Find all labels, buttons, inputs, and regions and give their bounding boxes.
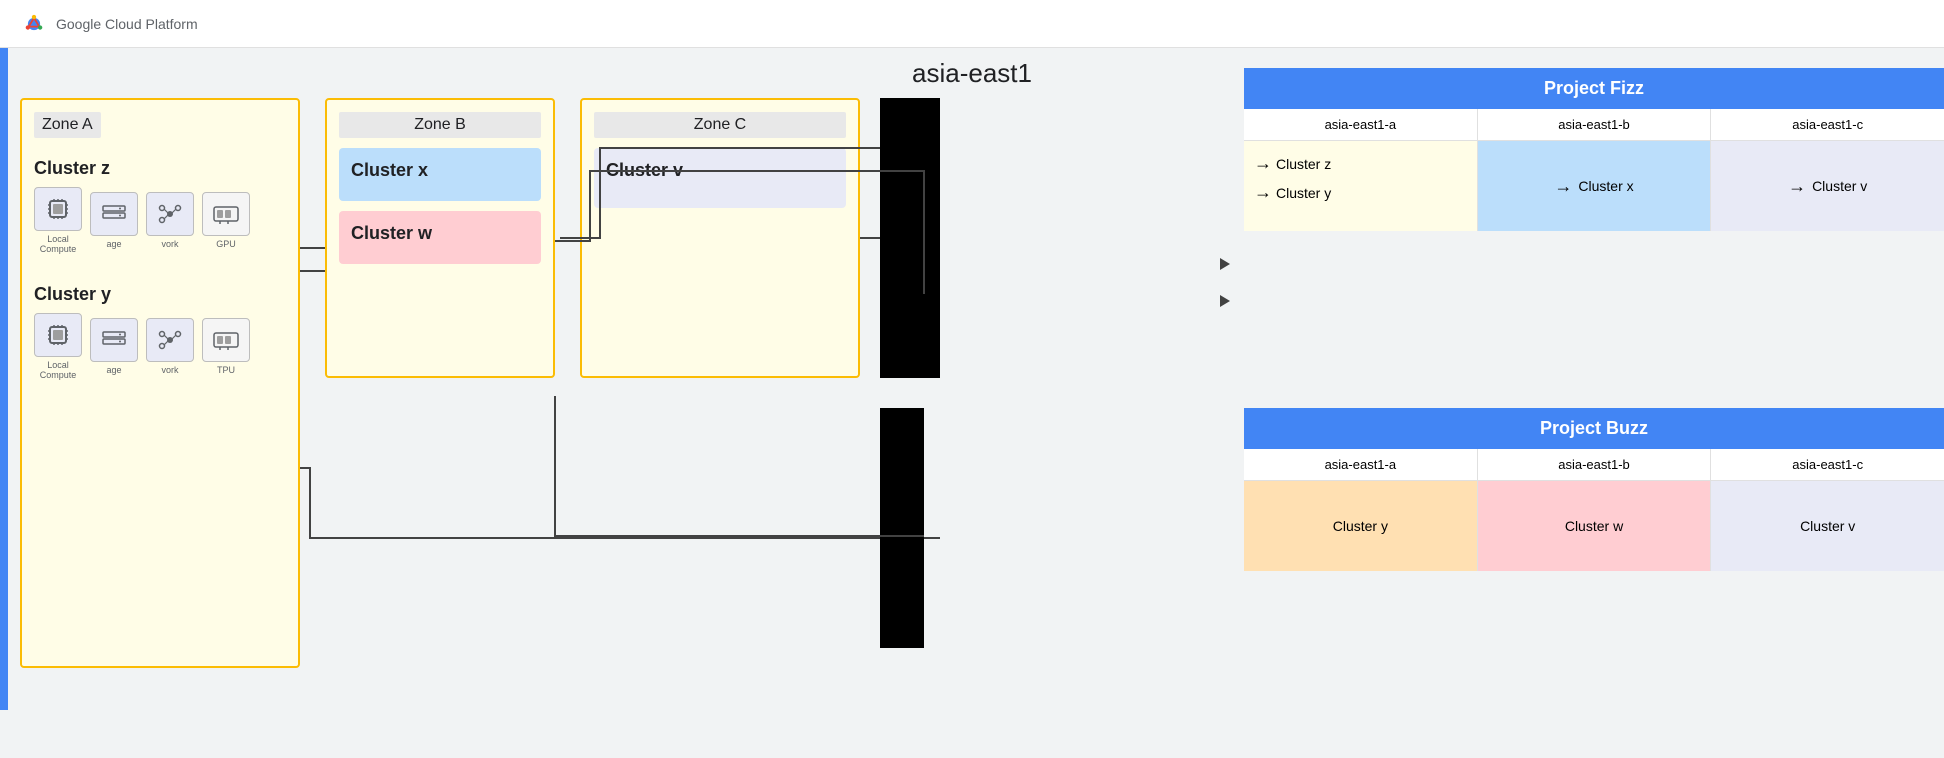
cluster-y-section: Cluster y xyxy=(34,284,286,380)
fizz-cluster-z-label: Cluster z xyxy=(1276,156,1331,172)
fizz-zones-row: asia-east1-a asia-east1-b asia-east1-c xyxy=(1244,109,1944,141)
cluster-y-label: Cluster y xyxy=(34,284,286,305)
gcp-logo: Google Cloud Platform xyxy=(20,10,198,38)
fizz-zone-c: asia-east1-c xyxy=(1711,109,1944,140)
local-compute-y-label: LocalCompute xyxy=(40,360,77,380)
storage-y-icon-box xyxy=(90,318,138,362)
node-local-compute-y: LocalCompute xyxy=(34,313,82,380)
buzz-zones-row: asia-east1-a asia-east1-b asia-east1-c xyxy=(1244,449,1944,481)
buzz-cluster-y-label: Cluster y xyxy=(1333,518,1388,534)
buzz-zone-c-clusters: Cluster v xyxy=(1711,481,1944,571)
project-fizz-panel: Project Fizz asia-east1-a asia-east1-b a… xyxy=(1244,68,1944,231)
main-wrapper: asia-east1 Zone A Cluster z xyxy=(0,48,1944,710)
fizz-cluster-v-row: → Cluster v xyxy=(1788,176,1867,197)
cpu-icon xyxy=(44,195,72,223)
arrow-fizz-v: → xyxy=(1788,176,1806,197)
buzz-zone-b: asia-east1-b xyxy=(1478,449,1712,480)
project-buzz-header: Project Buzz xyxy=(1244,408,1944,449)
network-label: vork xyxy=(161,239,178,249)
arrow-fizz-y: → xyxy=(1254,182,1272,203)
fizz-zone-b: asia-east1-b xyxy=(1478,109,1712,140)
storage-y-icon xyxy=(100,326,128,354)
buzz-zone-a-clusters: Cluster y xyxy=(1244,481,1478,571)
gpu-icon xyxy=(212,200,240,228)
network-icon xyxy=(156,200,184,228)
cluster-y-nodes: LocalCompute age xyxy=(34,313,286,380)
node-gpu: GPU xyxy=(202,192,250,249)
region-label: asia-east1 xyxy=(912,58,1032,89)
buzz-zone-c: asia-east1-c xyxy=(1711,449,1944,480)
cluster-z-label: Cluster z xyxy=(34,158,286,179)
buzz-cluster-w-label: Cluster w xyxy=(1565,518,1623,534)
zone-a-box: Zone A Cluster z xyxy=(20,98,300,668)
cluster-x-label: Cluster x xyxy=(351,160,529,181)
gcp-logo-icon xyxy=(20,10,48,38)
tpu-label: TPU xyxy=(217,365,235,375)
cluster-w-box: Cluster w xyxy=(339,211,541,264)
buzz-cluster-v-label: Cluster v xyxy=(1800,518,1855,534)
node-storage: age xyxy=(90,192,138,249)
cpu-y-icon xyxy=(44,321,72,349)
left-accent-bar xyxy=(0,48,8,710)
zone-c-label: Zone C xyxy=(594,112,846,138)
local-compute-icon-box xyxy=(34,187,82,231)
storage-label: age xyxy=(106,239,121,249)
storage-y-label: age xyxy=(106,365,121,375)
network-y-label: vork xyxy=(161,365,178,375)
cluster-z-nodes: LocalCompute age xyxy=(34,187,286,254)
black-divider-top xyxy=(880,98,924,378)
cluster-x-box: Cluster x xyxy=(339,148,541,201)
network-icon-box xyxy=(146,192,194,236)
node-storage-y: age xyxy=(90,318,138,375)
local-compute-y-icon-box xyxy=(34,313,82,357)
cluster-v-box: Cluster v xyxy=(594,148,846,208)
storage-icon xyxy=(100,200,128,228)
arrow-fizz-x: → xyxy=(1554,176,1572,197)
buzz-zone-a: asia-east1-a xyxy=(1244,449,1478,480)
zone-c-box: Zone C Cluster v xyxy=(580,98,860,378)
storage-icon-box xyxy=(90,192,138,236)
fizz-cluster-v-label: Cluster v xyxy=(1812,178,1867,194)
network-y-icon xyxy=(156,326,184,354)
fizz-zone-a-clusters: → Cluster z → Cluster y xyxy=(1244,141,1478,231)
fizz-cluster-x-row: → Cluster x xyxy=(1554,176,1633,197)
black-divider-bottom xyxy=(880,408,924,648)
project-buzz-panel: Project Buzz asia-east1-a asia-east1-b a… xyxy=(1244,408,1944,571)
project-fizz-header: Project Fizz xyxy=(1244,68,1944,109)
arrow-fizz-z: → xyxy=(1254,153,1272,174)
cluster-z-section: Cluster z xyxy=(34,158,286,254)
fizz-zone-b-clusters: → Cluster x xyxy=(1478,141,1712,231)
cluster-w-label: Cluster w xyxy=(351,223,529,244)
buzz-zone-b-clusters: Cluster w xyxy=(1478,481,1712,571)
buzz-clusters-row: Cluster y Cluster w Cluster v xyxy=(1244,481,1944,571)
fizz-cluster-x-label: Cluster x xyxy=(1578,178,1633,194)
cluster-v-label: Cluster v xyxy=(606,160,834,181)
fizz-zone-c-clusters: → Cluster v xyxy=(1711,141,1944,231)
node-network-y: vork xyxy=(146,318,194,375)
node-tpu: TPU xyxy=(202,318,250,375)
zone-b-box: Zone B Cluster x Cluster w xyxy=(325,98,555,378)
fizz-cluster-z-row: → Cluster z xyxy=(1254,153,1467,174)
node-network: vork xyxy=(146,192,194,249)
top-bar: Google Cloud Platform xyxy=(0,0,1944,48)
tpu-icon-box xyxy=(202,318,250,362)
fizz-cluster-y-label: Cluster y xyxy=(1276,185,1331,201)
fizz-zone-a: asia-east1-a xyxy=(1244,109,1478,140)
gpu-label: GPU xyxy=(216,239,236,249)
node-local-compute: LocalCompute xyxy=(34,187,82,254)
gcp-logo-text: Google Cloud Platform xyxy=(56,16,198,32)
local-compute-label: LocalCompute xyxy=(40,234,77,254)
zone-b-label: Zone B xyxy=(339,112,541,138)
tpu-icon xyxy=(212,326,240,354)
fizz-cluster-y-row: → Cluster y xyxy=(1254,182,1467,203)
zone-a-label: Zone A xyxy=(34,112,101,138)
fizz-clusters-row: → Cluster z → Cluster y → Cluster x xyxy=(1244,141,1944,231)
network-y-icon-box xyxy=(146,318,194,362)
gpu-icon-box xyxy=(202,192,250,236)
